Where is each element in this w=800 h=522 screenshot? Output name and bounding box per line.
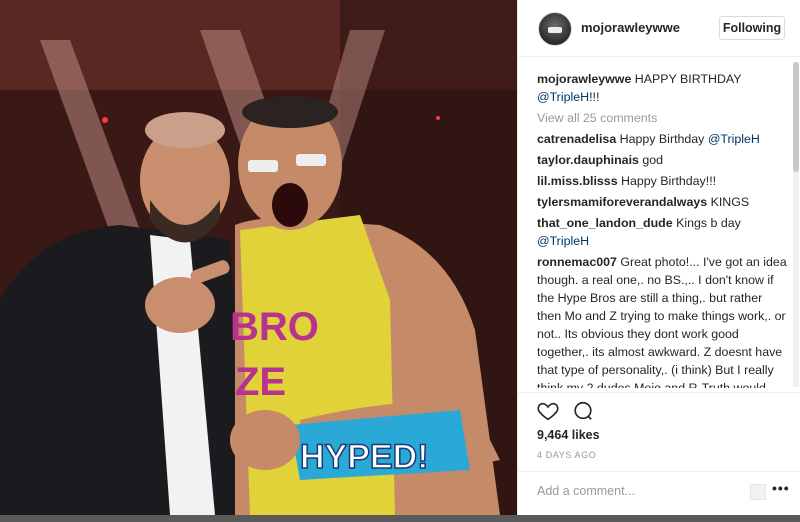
scrollbar-thumb[interactable] xyxy=(793,62,799,172)
following-button[interactable]: Following xyxy=(719,16,785,40)
comment-text: Happy Birthday xyxy=(616,132,708,146)
comment-username[interactable]: lil.miss.blisss xyxy=(537,174,618,188)
post-side-panel: mojorawleywwe Following mojorawleywwe HA… xyxy=(517,0,800,515)
more-options-button[interactable]: ••• xyxy=(772,480,790,496)
comment-item: lil.miss.blisss Happy Birthday!!! xyxy=(537,172,789,190)
add-comment-input[interactable]: Add a comment... xyxy=(537,484,737,498)
comment-text: Happy Birthday!!! xyxy=(617,174,717,188)
comment-item: taylor.dauphinais god xyxy=(537,151,789,169)
comment-username[interactable]: tylersmamiforeverandalways xyxy=(537,195,707,209)
comment-text: Kings b day xyxy=(672,216,741,230)
comment-icon[interactable] xyxy=(572,400,594,422)
caption-text: HAPPY BIRTHDAY xyxy=(631,72,742,86)
caption-tail: !!! xyxy=(589,90,600,104)
comment-text: Great photo!... I've got an idea though.… xyxy=(537,255,787,388)
post-photo: BRO ZE HYPED! xyxy=(0,0,517,515)
shirt-text-bro: BRO xyxy=(230,305,319,349)
comment-item: ronnemac007 Great photo!... I've got an … xyxy=(537,253,789,388)
armband-text: HYPED! xyxy=(300,438,428,476)
post-timestamp: 4 DAYS AGO xyxy=(537,450,597,460)
actions-divider xyxy=(518,392,800,394)
comments-list: mojorawleywwe HAPPY BIRTHDAY @TripleH!!!… xyxy=(537,70,789,388)
view-all-comments-link[interactable]: View all 25 comments xyxy=(537,109,789,127)
comment-username[interactable]: taylor.dauphinais xyxy=(537,153,639,167)
heart-icon[interactable] xyxy=(537,400,559,422)
emoji-box[interactable] xyxy=(750,484,766,500)
likes-count[interactable]: 9,464 likes xyxy=(537,428,600,442)
comment-username[interactable]: ronnemac007 xyxy=(537,255,617,269)
bottom-strip xyxy=(0,515,800,522)
comment-text: god xyxy=(638,153,664,167)
post-header: mojorawleywwe Following xyxy=(518,0,800,57)
comment-mention[interactable]: @TripleH xyxy=(708,132,760,146)
comment-username[interactable]: catrenadelisa xyxy=(537,132,616,146)
comment-item: tylersmamiforeverandalways KINGS xyxy=(537,193,789,211)
comment-text: KINGS xyxy=(707,195,750,209)
comment-username[interactable]: that_one_landon_dude xyxy=(537,216,673,230)
user-avatar[interactable] xyxy=(538,12,572,46)
comment-item: that_one_landon_dude Kings b day @Triple… xyxy=(537,214,789,250)
shirt-text-ze: ZE xyxy=(235,360,286,404)
add-comment-divider xyxy=(518,471,800,472)
comment-mention[interactable]: @TripleH xyxy=(537,234,589,248)
caption: mojorawleywwe HAPPY BIRTHDAY @TripleH!!! xyxy=(537,70,789,106)
caption-username[interactable]: mojorawleywwe xyxy=(537,72,631,86)
comments-scrollbar[interactable] xyxy=(793,62,799,387)
header-username[interactable]: mojorawleywwe xyxy=(581,20,680,35)
instagram-post-embed: BRO ZE HYPED! mojorawleywwe Following mo… xyxy=(0,0,800,522)
comment-item: catrenadelisa Happy Birthday @TripleH xyxy=(537,130,789,148)
caption-mention[interactable]: @TripleH xyxy=(537,90,589,104)
